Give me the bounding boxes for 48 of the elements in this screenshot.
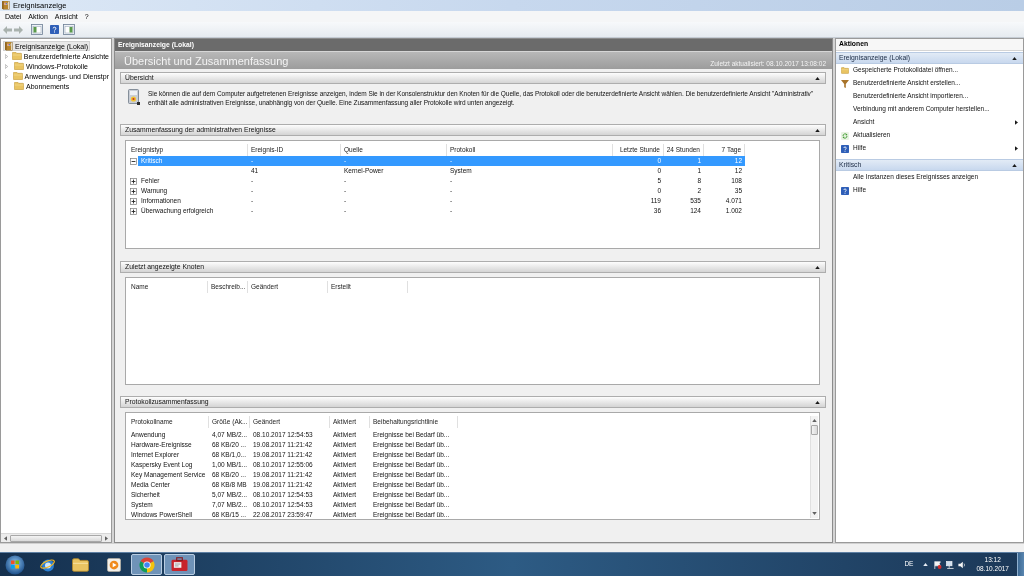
caret-up-icon[interactable] xyxy=(1012,163,1017,167)
folder-icon xyxy=(12,72,23,80)
horizontal-scrollbar[interactable] xyxy=(1,533,111,542)
scroll-left-icon[interactable] xyxy=(4,535,7,541)
flag-icon[interactable] xyxy=(934,560,943,569)
help-icon xyxy=(840,186,849,195)
taskbar-button[interactable] xyxy=(164,554,195,575)
folder-icon xyxy=(14,82,24,90)
caret-up-icon[interactable] xyxy=(815,265,820,269)
globe-icon xyxy=(39,556,56,573)
page-title: Übersicht und Zusammenfassung xyxy=(124,56,289,67)
submenu-arrow-icon xyxy=(1015,146,1018,151)
folder-icon xyxy=(72,557,89,572)
book-icon xyxy=(2,1,10,10)
scroll-down-icon[interactable] xyxy=(812,512,817,515)
expand-icon[interactable] xyxy=(129,187,137,195)
caret-up-icon[interactable] xyxy=(815,128,820,132)
book-icon xyxy=(5,41,13,51)
expand-icon[interactable] xyxy=(129,207,137,215)
play-icon xyxy=(106,557,121,572)
expand-icon[interactable] xyxy=(129,177,137,185)
submenu-arrow-icon xyxy=(1015,120,1018,125)
refresh-icon xyxy=(840,131,849,140)
caret-up-icon[interactable] xyxy=(815,76,820,80)
help-icon[interactable] xyxy=(50,25,59,34)
scrollbar-thumb[interactable] xyxy=(811,425,818,435)
network-icon[interactable] xyxy=(946,560,955,569)
filter-icon xyxy=(840,79,849,88)
scrollbar-thumb[interactable] xyxy=(10,534,102,542)
folder-icon xyxy=(840,67,849,74)
tricolor-circle-icon xyxy=(138,556,155,573)
help-icon xyxy=(840,144,849,153)
collapse-icon[interactable] xyxy=(129,157,137,165)
scroll-up-icon[interactable] xyxy=(812,419,817,422)
pane-layout-icon[interactable] xyxy=(31,24,43,35)
chevron-up-icon[interactable] xyxy=(923,563,929,566)
expand-icon[interactable] xyxy=(129,197,137,205)
case-icon xyxy=(171,557,188,572)
folder-icon xyxy=(11,52,22,60)
scroll-right-icon[interactable] xyxy=(105,535,108,541)
document-icon xyxy=(128,89,140,105)
pane-layout-icon[interactable] xyxy=(63,24,75,35)
orb-icon[interactable] xyxy=(5,554,25,575)
vertical-scrollbar[interactable] xyxy=(810,416,818,518)
caret-up-icon[interactable] xyxy=(1012,56,1017,60)
caret-up-icon[interactable] xyxy=(815,400,820,404)
speaker-icon[interactable] xyxy=(958,560,967,569)
folder-icon xyxy=(14,62,24,70)
